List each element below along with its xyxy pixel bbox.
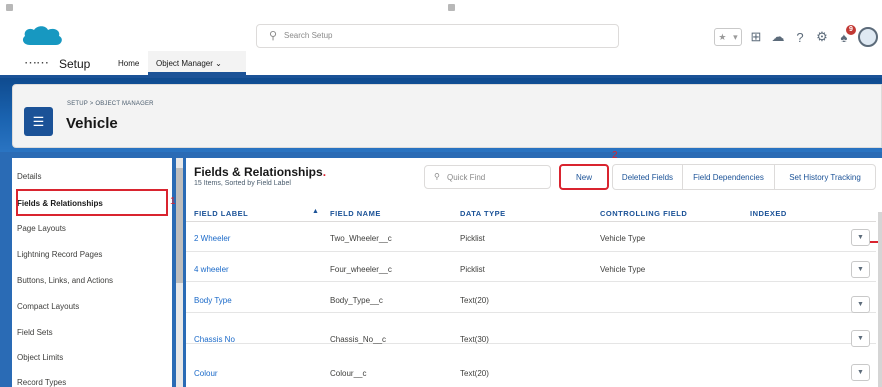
annotation-dash (870, 241, 878, 243)
sidebar-item-buttons-links-actions[interactable]: Buttons, Links, and Actions (17, 276, 113, 285)
data-type-cell: Text(20) (460, 296, 489, 305)
object-header-card (12, 84, 882, 148)
deleted-fields-button[interactable]: Deleted Fields (613, 165, 683, 189)
data-type-cell: Picklist (460, 265, 485, 274)
search-icon: ⚲ (269, 30, 278, 42)
set-history-tracking-button[interactable]: Set History Tracking (775, 165, 875, 189)
avatar[interactable] (858, 27, 878, 47)
trailhead-icon[interactable]: ☁ (770, 29, 786, 45)
window-dot (6, 4, 13, 11)
column-header-field-label[interactable]: FIELD LABEL (194, 209, 248, 218)
quick-find-placeholder: Quick Find (447, 173, 486, 182)
sidebar-item-details[interactable]: Details (17, 172, 41, 181)
annotation-highlight-box (16, 189, 168, 216)
table-scrollbar[interactable] (878, 212, 882, 387)
field-label-link[interactable]: Colour (194, 369, 218, 378)
field-name-cell: Colour__c (330, 369, 367, 378)
table-row (186, 222, 876, 252)
controlling-field-cell: Vehicle Type (600, 265, 646, 274)
app-navigation-bar: ⋯⋯ Setup Home Object Manager ⌄ (0, 50, 882, 78)
tab-object-manager-label: Object Manager (156, 59, 213, 68)
sidebar-item-object-limits[interactable]: Object Limits (17, 353, 63, 362)
chevron-down-icon: ▼ (857, 266, 864, 273)
field-name-cell: Four_wheeler__c (330, 265, 392, 274)
panel-title-text: Fields & Relationships (194, 165, 323, 179)
sidebar-scrollbar-thumb[interactable] (176, 168, 183, 283)
row-actions-menu[interactable]: ▼ (851, 296, 870, 313)
panel-title: Fields & Relationships. (194, 165, 326, 179)
header-icons: ★ ▾ ⊞ ☁ ? ⚙ ♠ 9 (714, 24, 878, 49)
layers-icon: ☰ (24, 107, 53, 136)
chevron-down-icon: ▼ (857, 369, 864, 376)
page-title: Vehicle (66, 115, 118, 132)
quick-find-input[interactable]: ⚲ Quick Find (424, 165, 551, 189)
data-type-cell: Picklist (460, 234, 485, 243)
sidebar-item-field-sets[interactable]: Field Sets (17, 328, 53, 337)
chevron-down-icon: ▼ (857, 234, 864, 241)
data-type-cell: Text(20) (460, 369, 489, 378)
row-actions-menu[interactable]: ▼ (851, 229, 870, 246)
favorites-button[interactable]: ★ ▾ (714, 28, 742, 46)
table-row (186, 252, 876, 282)
field-label-link[interactable]: Body Type (194, 296, 232, 305)
data-type-cell: Text(30) (460, 335, 489, 344)
column-header-field-name[interactable]: FIELD NAME (330, 209, 381, 218)
field-dependencies-button[interactable]: Field Dependencies (683, 165, 775, 189)
notifications-bell-icon[interactable]: ♠ 9 (836, 24, 856, 45)
tab-home[interactable]: Home (118, 59, 139, 68)
breadcrumb[interactable]: SETUP > OBJECT MANAGER (67, 101, 154, 107)
tab-object-manager[interactable]: Object Manager ⌄ (148, 51, 246, 75)
row-actions-menu[interactable]: ▼ (851, 330, 870, 347)
star-icon: ★ (718, 31, 727, 42)
sidebar-item-page-layouts[interactable]: Page Layouts (17, 224, 66, 233)
chevron-down-icon: ⌄ (215, 59, 222, 68)
chevron-down-icon: ▼ (857, 335, 864, 342)
sidebar-item-record-types[interactable]: Record Types (17, 378, 66, 387)
sidebar-item-compact-layouts[interactable]: Compact Layouts (17, 302, 79, 311)
chevron-down-icon: ▼ (857, 301, 864, 308)
notification-badge: 9 (846, 24, 856, 35)
row-actions-menu[interactable]: ▼ (851, 261, 870, 278)
salesforce-cloud-logo[interactable] (20, 23, 64, 49)
column-header-data-type[interactable]: DATA TYPE (460, 209, 506, 218)
chevron-down-icon: ▾ (733, 31, 738, 42)
setup-search-input[interactable]: ⚲ Search Setup (256, 24, 619, 48)
field-name-cell: Body_Type__c (330, 296, 383, 305)
row-actions-menu[interactable]: ▼ (851, 364, 870, 381)
new-field-button[interactable]: New (559, 164, 609, 190)
window-dot (448, 4, 455, 11)
field-label-link[interactable]: 2 Wheeler (194, 234, 230, 243)
table-row (186, 283, 876, 313)
global-header: ⚲ Search Setup ★ ▾ ⊞ ☁ ? ⚙ ♠ 9 (0, 20, 882, 50)
annotation-marker: 2 (612, 150, 618, 161)
browser-top-strip (0, 0, 882, 20)
sidebar-item-lightning-record-pages[interactable]: Lightning Record Pages (17, 250, 102, 259)
table-row (186, 314, 876, 344)
sort-ascending-icon[interactable]: ▲ (312, 208, 319, 215)
search-placeholder: Search Setup (284, 31, 333, 40)
gear-icon[interactable]: ⚙ (814, 29, 830, 45)
help-icon[interactable]: ? (792, 30, 808, 45)
field-label-link[interactable]: 4 wheeler (194, 265, 229, 274)
annotation-dot: . (322, 165, 327, 179)
field-label-link[interactable]: Chassis No (194, 335, 235, 344)
app-name: Setup (59, 57, 91, 71)
field-name-cell: Two_Wheeler__c (330, 234, 392, 243)
search-icon: ⚲ (434, 172, 440, 181)
table-row (186, 350, 876, 387)
controlling-field-cell: Vehicle Type (600, 234, 646, 243)
field-actions-button-group: Deleted Fields Field Dependencies Set Hi… (612, 164, 876, 190)
column-header-controlling-field[interactable]: CONTROLLING FIELD (600, 209, 687, 218)
column-header-indexed[interactable]: INDEXED (750, 209, 787, 218)
field-name-cell: Chassis_No__c (330, 335, 387, 344)
panel-subtitle: 15 Items, Sorted by Field Label (194, 180, 291, 187)
app-launcher-icon[interactable]: ⋯⋯ (24, 55, 49, 71)
annotation-marker: 1 (170, 196, 176, 207)
global-actions-icon[interactable]: ⊞ (748, 29, 764, 45)
